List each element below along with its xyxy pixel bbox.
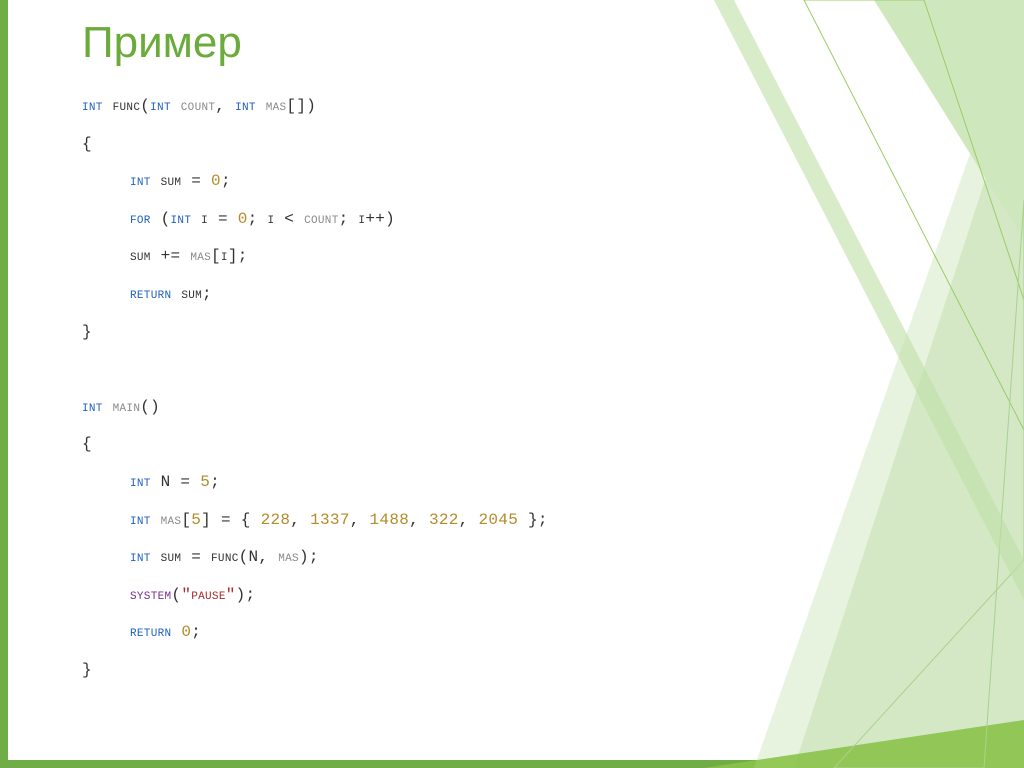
token: N = (151, 473, 201, 491)
code-line: int sum = 0; (82, 163, 782, 201)
number: 0 (238, 210, 248, 228)
slide-title: Пример (82, 18, 242, 68)
param-count: count (171, 97, 215, 115)
var-mas: mas (278, 548, 299, 566)
token: ; i++) (339, 210, 395, 228)
code-line: { (82, 426, 782, 464)
code-block: int func(int count, int mas[]) { int sum… (82, 88, 782, 690)
token: , (290, 511, 310, 529)
accent-bar-left (0, 0, 8, 768)
number: 0 (211, 172, 221, 190)
number: 228 (261, 511, 291, 529)
keyword-int: int (130, 172, 151, 190)
param-mas: mas (256, 97, 287, 115)
code-line: int func(int count, int mas[]) (82, 88, 782, 126)
code-line: int sum = func(N, mas); (82, 539, 782, 577)
number: 0 (181, 623, 191, 641)
token: ; (221, 172, 231, 190)
token: , (350, 511, 370, 529)
code-line: int N = 5; (82, 464, 782, 502)
token: ); (236, 586, 256, 604)
token: , (459, 511, 479, 529)
keyword-return: return (130, 285, 171, 303)
keyword-int: int (130, 511, 151, 529)
token (103, 398, 113, 416)
token: sum += (130, 247, 190, 265)
code-line: { (82, 126, 782, 164)
token: ); (299, 548, 319, 566)
token (171, 623, 181, 641)
token: [i]; (211, 247, 248, 265)
slide: Пример int func(int count, int mas[]) { … (0, 0, 1024, 768)
token: []) (286, 97, 316, 115)
token: () (140, 398, 160, 416)
token: ; (210, 473, 220, 491)
keyword-for: for (130, 210, 151, 228)
number: 1337 (310, 511, 350, 529)
code-line: sum += mas[i]; (82, 238, 782, 276)
token: }; (518, 511, 548, 529)
fn-main: main (113, 398, 141, 416)
token: sum = func(N, (151, 548, 279, 566)
token: , (409, 511, 429, 529)
code-line: for (int i = 0; i < count; i++) (82, 201, 782, 239)
keyword-return: return (130, 623, 171, 641)
code-line: int mas[5] = { 228, 1337, 1488, 322, 204… (82, 502, 782, 540)
keyword-int: int (130, 548, 151, 566)
token: func( (103, 97, 150, 115)
keyword-int: int (82, 398, 103, 416)
token: ( (171, 586, 181, 604)
brace: } (82, 323, 92, 341)
brace: { (82, 435, 92, 453)
var-count: count (304, 210, 339, 228)
number: 2045 (478, 511, 518, 529)
code-line: } (82, 652, 782, 690)
fn-system: system (130, 586, 171, 604)
token (151, 511, 161, 529)
code-line: } (82, 314, 782, 352)
token: ] = { (201, 511, 260, 529)
token: sum = (151, 172, 211, 190)
var-mas: mas (161, 511, 182, 529)
token: ; i < (248, 210, 304, 228)
token: i = (191, 210, 238, 228)
keyword-int: int (235, 97, 256, 115)
keyword-int: int (82, 97, 103, 115)
token: [ (181, 511, 191, 529)
blank-line (82, 351, 782, 389)
keyword-int: int (130, 473, 151, 491)
number: 5 (191, 511, 201, 529)
accent-bar-bottom (0, 760, 1024, 768)
string-literal: "pause" (181, 586, 235, 604)
token: , (215, 97, 235, 115)
token: ; (191, 623, 201, 641)
var-mas: mas (190, 247, 211, 265)
code-line: system("pause"); (82, 577, 782, 615)
number: 322 (429, 511, 459, 529)
brace: { (82, 135, 92, 153)
code-line: return 0; (82, 614, 782, 652)
keyword-int: int (150, 97, 171, 115)
number: 1488 (370, 511, 410, 529)
code-line: int main() (82, 389, 782, 427)
code-line: return sum; (82, 276, 782, 314)
keyword-int: int (171, 210, 192, 228)
token: sum; (171, 285, 212, 303)
number: 5 (200, 473, 210, 491)
token: ( (151, 210, 171, 228)
brace: } (82, 661, 92, 679)
